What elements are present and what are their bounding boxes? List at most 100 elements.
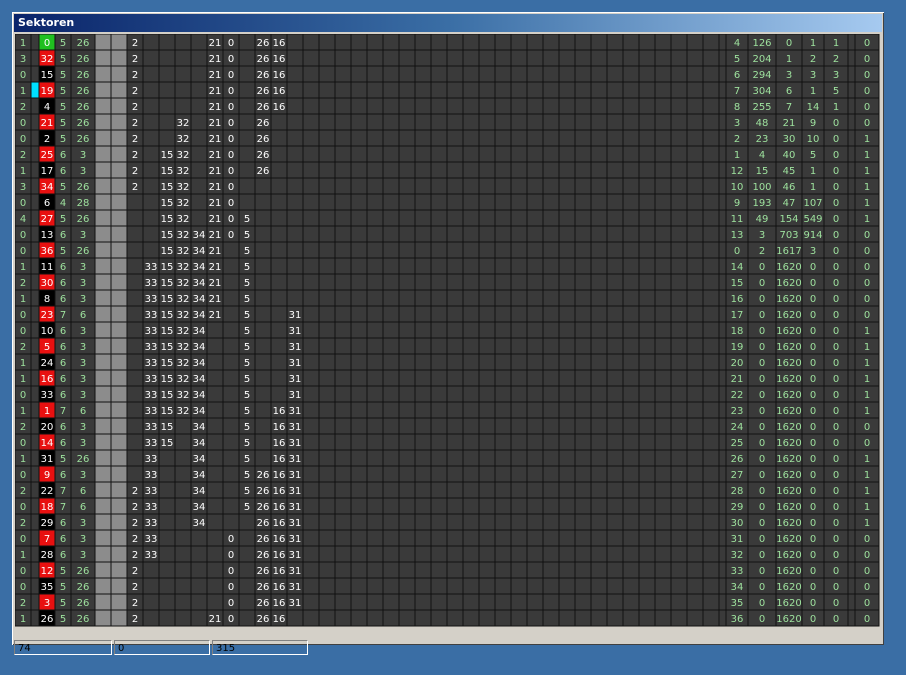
grid-cell [686, 401, 704, 419]
grid-cell-text: 5 [60, 214, 66, 225]
right-table-cell-text: 0 [833, 582, 839, 593]
grid-cell [30, 609, 40, 627]
grid-cell [494, 97, 512, 115]
right-table-cell-text: 0 [810, 262, 816, 273]
grid-cell [398, 129, 416, 147]
grid-cell [478, 545, 496, 563]
grid-cell [654, 529, 672, 547]
grid-cell-text: 34 [193, 422, 206, 433]
grid-cell-text: 0 [228, 102, 234, 113]
grid-cell [478, 481, 496, 499]
grid-cell [686, 577, 704, 595]
grid-cell [30, 34, 40, 51]
grid-cell [30, 97, 40, 115]
grid-cell [398, 577, 416, 595]
grid-cell-text: 26 [77, 598, 90, 609]
right-table-cell-text: 0 [759, 502, 765, 513]
grid-cell [110, 353, 128, 371]
grid-cell-text: 26 [77, 246, 90, 257]
grid-cell [366, 369, 384, 387]
right-table-cell-text: 3 [833, 70, 839, 81]
grid-cell [270, 273, 288, 291]
grid-cell [558, 417, 576, 435]
grid-cell [158, 593, 176, 611]
grid-cell [414, 81, 432, 99]
right-table-cell-text: 20 [731, 358, 744, 369]
grid-cell-text: 29 [41, 518, 54, 529]
grid-cell [606, 353, 624, 371]
grid-cell [382, 513, 400, 531]
grid-cell-text: 15 [161, 342, 174, 353]
grid-cell-text: 26 [257, 134, 270, 145]
grid-cell [270, 321, 288, 339]
right-table-cell-text: 0 [833, 550, 839, 561]
grid-cell [654, 289, 672, 307]
grid-cell [318, 353, 336, 371]
grid-cell [622, 577, 640, 595]
grid-cell [638, 305, 656, 323]
grid-cell [622, 353, 640, 371]
grid-cell [542, 177, 560, 195]
grid-cell [478, 34, 496, 51]
grid-cell-text: 5 [244, 454, 250, 465]
grid-cell [334, 34, 352, 51]
grid-cell-text: 34 [193, 390, 206, 401]
grid-cell [270, 305, 288, 323]
grid-cell [318, 497, 336, 515]
grid-cell-text: 26 [257, 566, 270, 577]
grid-cell [94, 561, 112, 579]
grid-cell [430, 34, 448, 51]
grid-cell [526, 561, 544, 579]
grid-cell [478, 225, 496, 243]
grid-cell [430, 337, 448, 355]
grid-cell [430, 81, 448, 99]
grid-cell-text: 21 [41, 118, 54, 129]
right-table-cell-text: 1620 [776, 550, 801, 561]
grid-cell [574, 593, 592, 611]
grid-cell [654, 257, 672, 275]
grid-cell [590, 65, 608, 83]
right-table-cell-text: 703 [779, 230, 798, 241]
grid-cell [318, 513, 336, 531]
grid-cell-text: 21 [209, 102, 222, 113]
right-table-cell-text: 0 [810, 566, 816, 577]
grid-cell [350, 209, 368, 227]
right-table-cell-text: 0 [833, 470, 839, 481]
grid-cell [558, 433, 576, 451]
grid-cell-text: 31 [289, 598, 302, 609]
right-table-cell-text: 3 [759, 230, 765, 241]
grid-cell-text: 0 [20, 230, 26, 241]
grid-cell [30, 289, 40, 307]
grid-cell-text: 32 [177, 118, 190, 129]
status-bar: 74 0 315 [14, 640, 882, 657]
grid-cell [542, 433, 560, 451]
right-table-cell-text: 24 [731, 422, 744, 433]
grid-cell-text: 34 [193, 518, 206, 529]
grid-cell [382, 65, 400, 83]
grid-cell-text: 33 [145, 422, 158, 433]
grid-cell [334, 113, 352, 131]
grid-cell [526, 353, 544, 371]
right-table-cell-text: 9 [734, 198, 740, 209]
grid-cell [654, 65, 672, 83]
grid-cell [542, 369, 560, 387]
grid-cell [542, 113, 560, 131]
grid-cell [174, 577, 192, 595]
right-table-cell-text: 0 [833, 262, 839, 273]
grid-cell [542, 305, 560, 323]
grid-cell [30, 113, 40, 131]
grid-cell [350, 609, 368, 627]
grid-cell [622, 465, 640, 483]
grid-cell [318, 161, 336, 179]
grid-cell [558, 369, 576, 387]
grid-cell [414, 305, 432, 323]
right-table-cell-text: 1620 [776, 278, 801, 289]
grid-cell [510, 257, 528, 275]
grid-cell [270, 241, 288, 259]
sektoren-window: Sektoren 1 0 5 26 2 21 0 26 16 3 32 5 26 2 21 0 26 16 0 15 5… [12, 12, 884, 655]
grid-cell [654, 97, 672, 115]
grid-cell [622, 561, 640, 579]
grid-cell [606, 337, 624, 355]
right-table-cell-text: 0 [810, 470, 816, 481]
grid-cell [398, 401, 416, 419]
